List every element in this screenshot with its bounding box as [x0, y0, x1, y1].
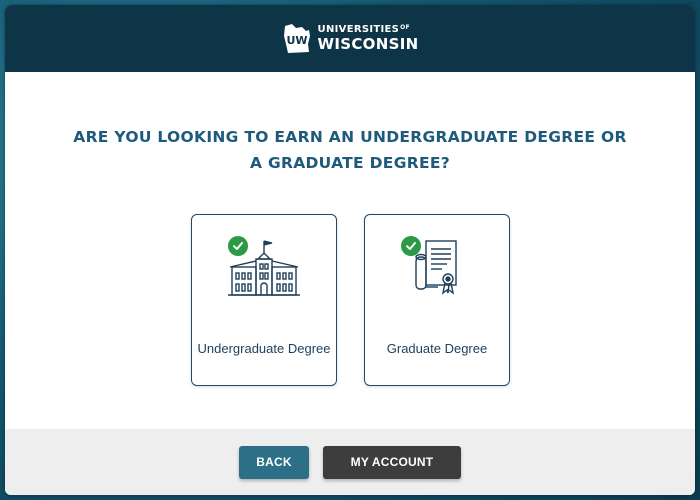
back-button[interactable]: BACK: [239, 445, 309, 479]
main-content: ARE YOU LOOKING TO EARN AN UNDERGRADUATE…: [5, 72, 695, 429]
logo-wisconsin-text: WISCONSIN: [317, 35, 419, 53]
undergraduate-degree-card[interactable]: Undergraduate Degree: [191, 214, 337, 386]
header-bar: UW UNIVERSITIESOF WISCONSIN: [5, 5, 695, 72]
wisconsin-state-logo-icon: UW: [283, 23, 310, 53]
svg-text:UW: UW: [286, 34, 307, 47]
my-account-button[interactable]: MY ACCOUNT: [323, 445, 461, 479]
degree-question-heading: ARE YOU LOOKING TO EARN AN UNDERGRADUATE…: [73, 128, 627, 172]
graduate-degree-card[interactable]: Graduate Degree: [364, 214, 510, 386]
graduate-degree-label: Graduate Degree: [386, 341, 488, 356]
dialog-window: UW UNIVERSITIESOF WISCONSIN ARE YOU LOOK…: [5, 5, 695, 495]
universities-of-wisconsin-logo: UW UNIVERSITIESOF WISCONSIN: [282, 22, 419, 56]
footer-bar: BACK MY ACCOUNT: [5, 429, 695, 495]
degree-options: Undergraduate Degree Graduate Degree: [191, 214, 510, 386]
university-building-icon: [228, 240, 300, 296]
diploma-certificate-icon: [415, 240, 457, 295]
logo-of-text: OF: [400, 24, 410, 31]
undergraduate-degree-label: Undergraduate Degree: [197, 341, 331, 356]
logo-universities-text: UNIVERSITIES: [317, 24, 400, 35]
